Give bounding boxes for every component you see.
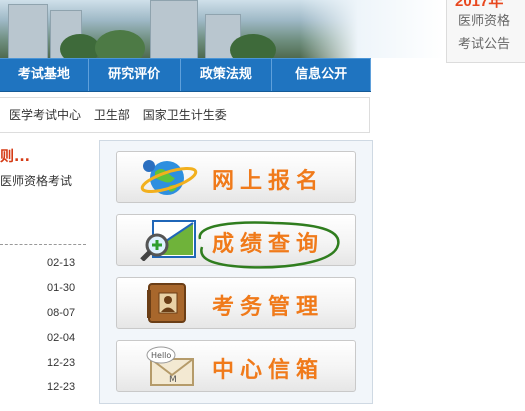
svg-text:M: M — [169, 375, 177, 385]
notice-line-2: 考试公告 — [458, 37, 511, 52]
magnifier-chart-icon — [140, 220, 196, 261]
main-nav: 考试基地 研究评价 政策法规 信息公开 — [0, 58, 371, 92]
score-query-button[interactable]: 成绩查询 — [116, 214, 356, 266]
online-registration-label: 网上报名 — [212, 169, 325, 194]
news-date: 01-30 — [47, 282, 76, 294]
news-title[interactable]: 则... — [0, 146, 30, 166]
news-date: 12-23 — [47, 381, 76, 393]
news-date: 08-07 — [47, 307, 76, 319]
link-exam-center[interactable]: 医学考试中心 — [9, 108, 81, 122]
divider — [0, 244, 86, 245]
nav-item-exam-base[interactable]: 考试基地 — [0, 59, 89, 91]
notice-line-1: 医师资格 — [458, 14, 511, 29]
news-date: 12-23 — [47, 357, 76, 369]
link-health-commission[interactable]: 国家卫生计生委 — [143, 108, 227, 122]
svg-text:Hello: Hello — [151, 351, 171, 360]
news-subtitle[interactable]: 医师资格考试 — [0, 172, 72, 189]
service-panel: 网上报名 成绩查询 考务管理 Hello M 中心信箱 — [99, 140, 373, 404]
news-date: 02-04 — [47, 332, 76, 344]
exam-affairs-label: 考务管理 — [212, 295, 325, 320]
exam-notice-link[interactable]: 2017年 医师资格 考试公告 — [446, 0, 525, 63]
score-query-label: 成绩查询 — [212, 232, 325, 257]
globe-icon — [140, 160, 198, 195]
related-links: 医学考试中心 卫生部 国家卫生计生委 — [0, 97, 370, 133]
nav-item-info-public[interactable]: 信息公开 — [272, 59, 371, 91]
wallet-icon — [147, 283, 186, 323]
exam-affairs-button[interactable]: 考务管理 — [116, 277, 356, 329]
center-mailbox-button[interactable]: Hello M 中心信箱 — [116, 340, 356, 392]
banner-fade — [300, 0, 445, 58]
nav-item-research[interactable]: 研究评价 — [89, 59, 181, 91]
nav-item-policy[interactable]: 政策法规 — [181, 59, 273, 91]
center-mailbox-label: 中心信箱 — [212, 358, 325, 383]
header-banner — [0, 0, 445, 58]
link-health-ministry[interactable]: 卫生部 — [94, 108, 130, 122]
online-registration-button[interactable]: 网上报名 — [116, 151, 356, 203]
news-date: 02-13 — [47, 257, 76, 269]
mail-icon: Hello M — [146, 346, 194, 386]
